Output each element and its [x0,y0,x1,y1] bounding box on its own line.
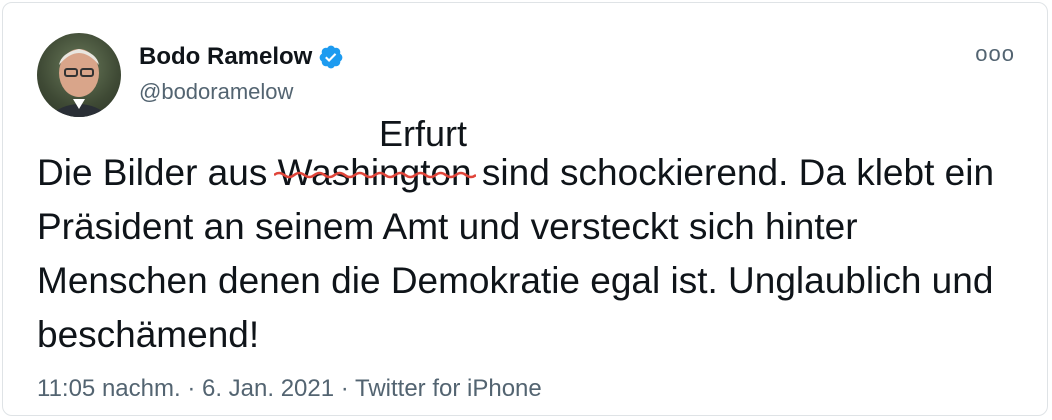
struck-word: Washington [273,146,476,200]
tweet-card: Bodo Ramelow @bodoramelow ooo Erfurt Die… [2,2,1048,416]
verified-badge-icon [318,44,344,70]
tweet-time[interactable]: 11:05 nachm. [37,375,181,402]
tweet-text: Die Bilder aus Washington sind schockier… [37,146,1027,362]
meta-separator: · [334,375,355,402]
display-name-row[interactable]: Bodo Ramelow [139,43,344,71]
tweet-source[interactable]: Twitter for iPhone [355,375,542,402]
red-squiggle-strikethrough [273,171,476,179]
tweet-meta: 11:05 nachm. · 6. Jan. 2021 · Twitter fo… [37,375,542,403]
more-options-button[interactable]: ooo [975,41,1015,67]
profile-photo-icon [47,49,111,117]
avatar[interactable] [37,33,121,117]
display-name[interactable]: Bodo Ramelow [139,43,312,71]
tweet-text-before: Die Bilder aus [37,152,278,193]
tweet-date[interactable]: 6. Jan. 2021 [202,375,334,402]
meta-separator: · [180,375,202,402]
user-handle[interactable]: @bodoramelow [139,79,293,105]
